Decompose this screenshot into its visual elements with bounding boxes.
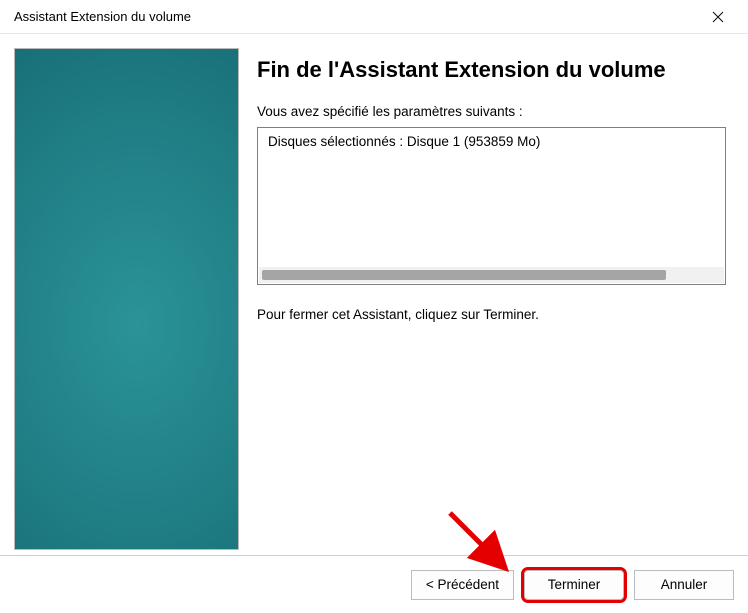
- wizard-body: Fin de l'Assistant Extension du volume V…: [0, 34, 748, 555]
- window-title: Assistant Extension du volume: [14, 9, 698, 24]
- summary-text: Disques sélectionnés : Disque 1 (953859 …: [268, 134, 715, 149]
- scrollbar-thumb[interactable]: [262, 270, 666, 280]
- page-title: Fin de l'Assistant Extension du volume: [257, 56, 726, 84]
- horizontal-scrollbar[interactable]: [259, 267, 724, 283]
- intro-text: Vous avez spécifié les paramètres suivan…: [257, 104, 726, 119]
- cancel-button[interactable]: Annuler: [634, 570, 734, 600]
- back-button[interactable]: < Précédent: [411, 570, 514, 600]
- closing-text: Pour fermer cet Assistant, cliquez sur T…: [257, 307, 726, 322]
- summary-box: Disques sélectionnés : Disque 1 (953859 …: [257, 127, 726, 285]
- wizard-content: Fin de l'Assistant Extension du volume V…: [257, 48, 734, 555]
- wizard-side-image: [14, 48, 239, 550]
- finish-button[interactable]: Terminer: [524, 570, 624, 600]
- button-bar: < Précédent Terminer Annuler: [0, 555, 748, 613]
- close-button[interactable]: [698, 0, 738, 34]
- close-icon: [712, 11, 724, 23]
- titlebar: Assistant Extension du volume: [0, 0, 748, 34]
